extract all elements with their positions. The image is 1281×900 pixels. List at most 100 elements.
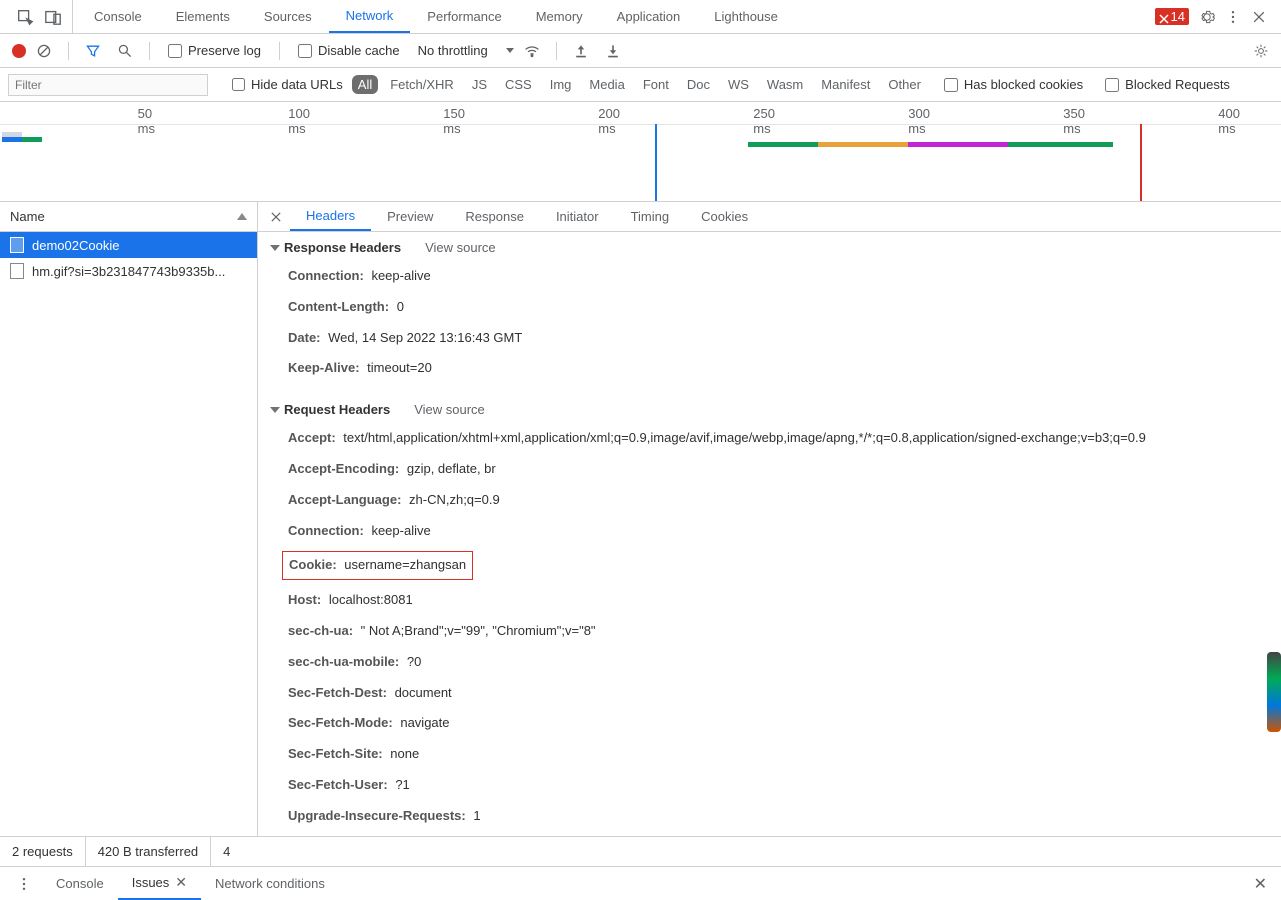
- header-row: Keep-Alive: timeout=20: [258, 353, 1281, 384]
- filter-type-media[interactable]: Media: [583, 75, 630, 94]
- drawer-tab-network-conditions[interactable]: Network conditions: [201, 867, 339, 900]
- filter-type-img[interactable]: Img: [544, 75, 578, 94]
- tab-network[interactable]: Network: [329, 0, 411, 33]
- record-button[interactable]: [12, 44, 26, 58]
- filter-type-ws[interactable]: WS: [722, 75, 755, 94]
- collapse-triangle-icon: [270, 407, 280, 413]
- detail-tab-response[interactable]: Response: [449, 202, 540, 231]
- sort-caret-icon: [237, 213, 247, 220]
- hide-data-urls-checkbox[interactable]: Hide data URLs: [232, 77, 343, 92]
- file-icon: [10, 237, 24, 253]
- close-devtools-icon[interactable]: [1251, 9, 1267, 25]
- header-row: Cookie: username=zhangsan: [258, 546, 1281, 585]
- error-count-badge[interactable]: 14: [1155, 8, 1189, 25]
- settings-icon[interactable]: [1199, 9, 1215, 25]
- divider: [279, 42, 280, 60]
- header-row: Sec-Fetch-User: ?1: [258, 770, 1281, 801]
- close-tab-icon[interactable]: ✕: [175, 874, 187, 891]
- header-row: Content-Length: 0: [258, 292, 1281, 323]
- tab-application[interactable]: Application: [600, 0, 698, 33]
- filter-type-wasm[interactable]: Wasm: [761, 75, 809, 94]
- request-name: demo02Cookie: [32, 238, 119, 253]
- tab-lighthouse[interactable]: Lighthouse: [697, 0, 795, 33]
- disable-cache-checkbox[interactable]: Disable cache: [298, 43, 400, 58]
- status-partial: 4: [211, 837, 241, 866]
- timeline-overview[interactable]: 50 ms100 ms150 ms200 ms250 ms300 ms350 m…: [0, 102, 1281, 202]
- detail-tab-headers[interactable]: Headers: [290, 202, 371, 231]
- has-blocked-cookies-checkbox[interactable]: Has blocked cookies: [944, 77, 1083, 92]
- tab-console[interactable]: Console: [77, 0, 159, 33]
- header-row: sec-ch-ua-mobile: ?0: [258, 647, 1281, 678]
- header-row: Accept: text/html,application/xhtml+xml,…: [258, 423, 1281, 454]
- chevron-down-icon: [506, 48, 514, 53]
- error-count-text: 14: [1171, 9, 1185, 24]
- upload-icon[interactable]: [573, 43, 589, 59]
- drawer-close-icon[interactable]: ✕: [1254, 874, 1267, 894]
- filter-type-manifest[interactable]: Manifest: [815, 75, 876, 94]
- view-source-link[interactable]: View source: [425, 240, 496, 255]
- network-settings-icon[interactable]: [1253, 43, 1269, 59]
- filter-type-css[interactable]: CSS: [499, 75, 538, 94]
- tab-sources[interactable]: Sources: [247, 0, 329, 33]
- tab-memory[interactable]: Memory: [519, 0, 600, 33]
- tab-elements[interactable]: Elements: [159, 0, 247, 33]
- status-bar: 2 requests 420 B transferred 4: [0, 836, 1281, 866]
- header-row: Upgrade-Insecure-Requests: 1: [258, 801, 1281, 832]
- filter-type-js[interactable]: JS: [466, 75, 493, 94]
- drawer-tab-issues[interactable]: Issues✕: [118, 867, 201, 900]
- requests-name-header[interactable]: Name: [0, 202, 257, 232]
- request-row[interactable]: hm.gif?si=3b231847743b9335b...: [0, 258, 257, 284]
- header-row: Connection: keep-alive: [258, 516, 1281, 547]
- more-options-icon[interactable]: [1225, 9, 1241, 25]
- request-row[interactable]: demo02Cookie: [0, 232, 257, 258]
- header-row: sec-ch-ua: " Not A;Brand";v="99", "Chrom…: [258, 616, 1281, 647]
- throttling-select[interactable]: No throttling: [418, 43, 514, 58]
- header-row: Accept-Encoding: gzip, deflate, br: [258, 454, 1281, 485]
- header-row: Sec-Fetch-Site: none: [258, 739, 1281, 770]
- download-icon[interactable]: [605, 43, 621, 59]
- response-headers-section[interactable]: Response Headers View source: [258, 234, 1281, 261]
- header-row: Sec-Fetch-Dest: document: [258, 678, 1281, 709]
- blocked-requests-checkbox[interactable]: Blocked Requests: [1105, 77, 1230, 92]
- divider: [556, 42, 557, 60]
- tab-performance[interactable]: Performance: [410, 0, 518, 33]
- divider: [68, 42, 69, 60]
- status-transferred: 420 B transferred: [86, 837, 211, 866]
- main-tabs: ConsoleElementsSourcesNetworkPerformance…: [73, 0, 1147, 33]
- clear-icon[interactable]: [36, 43, 52, 59]
- drawer-tab-console[interactable]: Console: [42, 867, 118, 900]
- header-row: Connection: keep-alive: [258, 261, 1281, 292]
- request-headers-section[interactable]: Request Headers View source: [258, 396, 1281, 423]
- device-toolbar-icon[interactable]: [44, 8, 62, 26]
- detail-tab-initiator[interactable]: Initiator: [540, 202, 615, 231]
- filter-type-doc[interactable]: Doc: [681, 75, 716, 94]
- detail-tab-timing[interactable]: Timing: [615, 202, 686, 231]
- request-name: hm.gif?si=3b231847743b9335b...: [32, 264, 225, 279]
- drawer-more-icon[interactable]: [16, 876, 32, 892]
- search-icon[interactable]: [117, 43, 133, 59]
- header-row: Date: Wed, 14 Sep 2022 13:16:43 GMT: [258, 323, 1281, 354]
- detail-tab-preview[interactable]: Preview: [371, 202, 449, 231]
- header-row: User-Agent: Mozilla/5.0 (Windows NT 10.0…: [258, 832, 1281, 836]
- scrollbar-thumb[interactable]: [1267, 652, 1281, 732]
- status-requests: 2 requests: [0, 837, 86, 866]
- filter-input[interactable]: [8, 74, 208, 96]
- collapse-triangle-icon: [270, 245, 280, 251]
- filter-type-font[interactable]: Font: [637, 75, 675, 94]
- inspect-element-icon[interactable]: [16, 8, 34, 26]
- header-row: Accept-Language: zh-CN,zh;q=0.9: [258, 485, 1281, 516]
- filter-toggle-icon[interactable]: [85, 43, 101, 59]
- view-source-link[interactable]: View source: [414, 402, 485, 417]
- file-icon: [10, 263, 24, 279]
- filter-type-other[interactable]: Other: [882, 75, 927, 94]
- request-list: demo02Cookie hm.gif?si=3b231847743b9335b.…: [0, 232, 257, 836]
- header-row: Host: localhost:8081: [258, 585, 1281, 616]
- header-row: Sec-Fetch-Mode: navigate: [258, 708, 1281, 739]
- detail-tab-cookies[interactable]: Cookies: [685, 202, 764, 231]
- filter-type-all[interactable]: All: [352, 75, 378, 94]
- close-details-button[interactable]: [262, 202, 290, 231]
- preserve-log-checkbox[interactable]: Preserve log: [168, 43, 261, 58]
- divider: [149, 42, 150, 60]
- filter-type-fetchxhr[interactable]: Fetch/XHR: [384, 75, 460, 94]
- network-conditions-icon[interactable]: [524, 43, 540, 59]
